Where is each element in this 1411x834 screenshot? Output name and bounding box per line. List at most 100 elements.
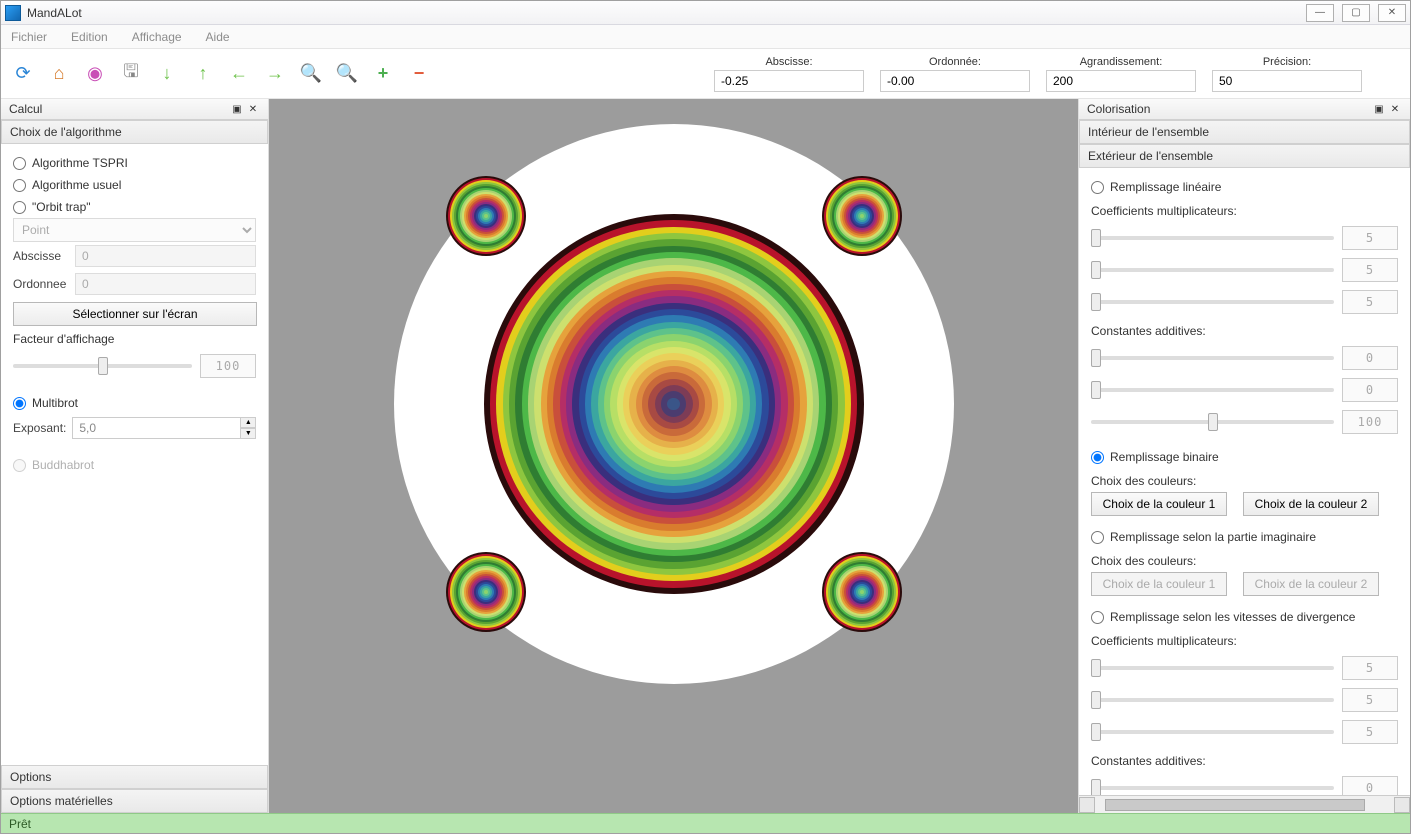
application-window: MandALot — ▢ ✕ Fichier Edition Affichage… [0, 0, 1411, 834]
div-coeff-val-3: 5 [1342, 720, 1398, 744]
home-icon[interactable]: ⌂ [45, 60, 73, 88]
zoom-out-icon[interactable]: 🔍 [333, 60, 361, 88]
panel-float-icon[interactable]: ▣ [1372, 102, 1386, 116]
choix-couleur-2-button-disabled: Choix de la couleur 2 [1243, 572, 1379, 596]
const-slider-2[interactable] [1091, 388, 1334, 392]
radio-tspri[interactable] [13, 157, 26, 170]
refresh-icon[interactable]: ⟳ [9, 60, 37, 88]
arrow-up-icon[interactable]: ↑ [189, 60, 217, 88]
orbit-ordonnee-input[interactable] [75, 273, 256, 295]
coeff-slider-3[interactable] [1091, 300, 1334, 304]
arrow-down-icon[interactable]: ↓ [153, 60, 181, 88]
coeff-slider-2[interactable] [1091, 268, 1334, 272]
coeff-mult-label-1: Coefficients multiplicateurs: [1091, 204, 1398, 218]
panel-close-icon[interactable]: ✕ [1388, 102, 1402, 116]
orbit-abscisse-input[interactable] [75, 245, 256, 267]
coeff-val-2: 5 [1342, 258, 1398, 282]
exterieur-section[interactable]: Extérieur de l'ensemble [1079, 144, 1410, 168]
choix-couleur-2-button[interactable]: Choix de la couleur 2 [1243, 492, 1379, 516]
coeff-val-1: 5 [1342, 226, 1398, 250]
radio-remp-lineaire[interactable] [1091, 181, 1104, 194]
calcul-title: Calcul [9, 102, 42, 116]
palette-icon[interactable]: ◉ [81, 60, 109, 88]
radio-multibrot[interactable] [13, 397, 26, 410]
menu-fichier[interactable]: Fichier [5, 28, 53, 46]
horizontal-scrollbar[interactable] [1079, 795, 1410, 813]
label-tspri: Algorithme TSPRI [32, 156, 128, 170]
div-const-val-1: 0 [1342, 776, 1398, 795]
scroll-left-icon[interactable] [1079, 797, 1095, 813]
panel-close-icon[interactable]: ✕ [246, 102, 260, 116]
arrow-right-icon[interactable]: → [261, 60, 289, 88]
plus-icon[interactable]: + [369, 60, 397, 88]
label-usuel: Algorithme usuel [32, 178, 121, 192]
algo-section-header[interactable]: Choix de l'algorithme [1, 120, 268, 144]
app-title: MandALot [27, 6, 1306, 20]
radio-remp-div[interactable] [1091, 611, 1104, 624]
save-icon[interactable]: 🖫 [117, 60, 145, 88]
const-slider-3[interactable] [1091, 420, 1334, 424]
facteur-label: Facteur d'affichage [13, 332, 256, 346]
scroll-thumb[interactable] [1105, 799, 1365, 811]
menu-aide[interactable]: Aide [200, 28, 236, 46]
const-add-label-2: Constantes additives: [1091, 754, 1398, 768]
calcul-panel-header: Calcul ▣ ✕ [1, 99, 268, 120]
exposant-down-icon[interactable]: ▼ [241, 428, 256, 439]
select-on-screen-button[interactable]: Sélectionner sur l'écran [13, 302, 257, 326]
choix-couleur-1-button-disabled: Choix de la couleur 1 [1091, 572, 1227, 596]
app-icon [5, 5, 21, 21]
scroll-right-icon[interactable] [1394, 797, 1410, 813]
radio-remp-binaire[interactable] [1091, 451, 1104, 464]
precision-label: Précision: [1263, 56, 1311, 68]
interieur-section[interactable]: Intérieur de l'ensemble [1079, 120, 1410, 144]
menu-edition[interactable]: Edition [65, 28, 114, 46]
const-slider-1[interactable] [1091, 356, 1334, 360]
abscisse-label: Abscisse: [765, 56, 812, 68]
coeff-val-3: 5 [1342, 290, 1398, 314]
const-val-3: 100 [1342, 410, 1398, 434]
div-coeff-slider-1[interactable] [1091, 666, 1334, 670]
ordonnee-label: Ordonnée: [929, 56, 981, 68]
div-coeff-slider-2[interactable] [1091, 698, 1334, 702]
status-text: Prêt [9, 817, 31, 831]
radio-remp-imag[interactable] [1091, 531, 1104, 544]
choix-couleur-1-button[interactable]: Choix de la couleur 1 [1091, 492, 1227, 516]
abscisse-input[interactable] [714, 70, 864, 92]
facteur-display: 100 [200, 354, 256, 378]
label-orbit-trap: "Orbit trap" [32, 200, 91, 214]
orbit-trap-select[interactable]: Point [13, 218, 256, 242]
zoom-in-icon[interactable]: 🔍 [297, 60, 325, 88]
div-coeff-slider-3[interactable] [1091, 730, 1334, 734]
label-multibrot: Multibrot [32, 396, 78, 410]
menu-bar: Fichier Edition Affichage Aide [1, 25, 1410, 49]
div-const-slider-1[interactable] [1091, 786, 1334, 790]
facteur-slider[interactable] [13, 364, 192, 368]
status-bar: Prêt [1, 813, 1410, 833]
arrow-left-icon[interactable]: ← [225, 60, 253, 88]
exposant-up-icon[interactable]: ▲ [241, 417, 256, 428]
label-remp-div: Remplissage selon les vitesses de diverg… [1110, 610, 1355, 624]
ordonnee-input[interactable] [880, 70, 1030, 92]
choix-couleurs-label-1: Choix des couleurs: [1091, 474, 1398, 488]
toolbar: ⟳ ⌂ ◉ 🖫 ↓ ↑ ← → 🔍 🔍 + − Abscisse: Ordonn… [1, 49, 1410, 99]
precision-input[interactable] [1212, 70, 1362, 92]
close-button[interactable]: ✕ [1378, 4, 1406, 22]
coeff-slider-1[interactable] [1091, 236, 1334, 240]
options-section[interactable]: Options [1, 765, 268, 789]
orbit-ordonnee-label: Ordonnee [13, 277, 69, 291]
radio-orbit-trap[interactable] [13, 201, 26, 214]
menu-affichage[interactable]: Affichage [126, 28, 188, 46]
minimize-button[interactable]: — [1306, 4, 1334, 22]
agrandissement-input[interactable] [1046, 70, 1196, 92]
maximize-button[interactable]: ▢ [1342, 4, 1370, 22]
const-val-1: 0 [1342, 346, 1398, 370]
panel-float-icon[interactable]: ▣ [230, 102, 244, 116]
minus-icon[interactable]: − [405, 60, 433, 88]
options-materielles-section[interactable]: Options matérielles [1, 789, 268, 813]
fractal-canvas[interactable] [269, 99, 1078, 813]
exposant-input[interactable] [72, 417, 241, 439]
radio-buddhabrot [13, 459, 26, 472]
radio-usuel[interactable] [13, 179, 26, 192]
colorisation-title: Colorisation [1087, 102, 1150, 116]
colorisation-panel-header: Colorisation ▣ ✕ [1079, 99, 1410, 120]
